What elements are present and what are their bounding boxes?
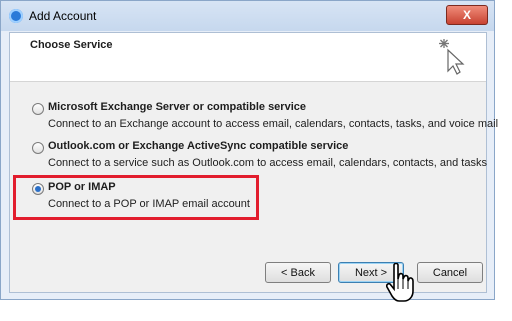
add-account-dialog: Add Account X Choose Service Microsoft E… (0, 0, 498, 300)
option-exchange-description: Connect to an Exchange account to access… (48, 118, 499, 130)
title-bar: Add Account X (1, 1, 494, 31)
wizard-content: Choose Service Microsoft Exchange Server… (9, 32, 498, 293)
radio-exchange[interactable] (32, 103, 44, 115)
radio-outlook-com[interactable] (32, 142, 44, 154)
hand-cursor-icon (386, 263, 414, 302)
wizard-sparkle-cursor-icon (439, 39, 465, 75)
page-title: Choose Service (30, 39, 113, 51)
option-exchange-title: Microsoft Exchange Server or compatible … (48, 101, 306, 113)
back-button[interactable]: < Back (265, 262, 331, 283)
option-outlook-com-description: Connect to a service such as Outlook.com… (48, 157, 487, 169)
wizard-header: Choose Service (10, 33, 486, 82)
option-outlook-com-title: Outlook.com or Exchange ActiveSync compa… (48, 140, 349, 152)
app-icon (9, 9, 23, 23)
cancel-button[interactable]: Cancel (417, 262, 483, 283)
selection-highlight-box (13, 175, 259, 220)
window-title: Add Account (29, 9, 97, 23)
close-button[interactable]: X (446, 5, 488, 25)
